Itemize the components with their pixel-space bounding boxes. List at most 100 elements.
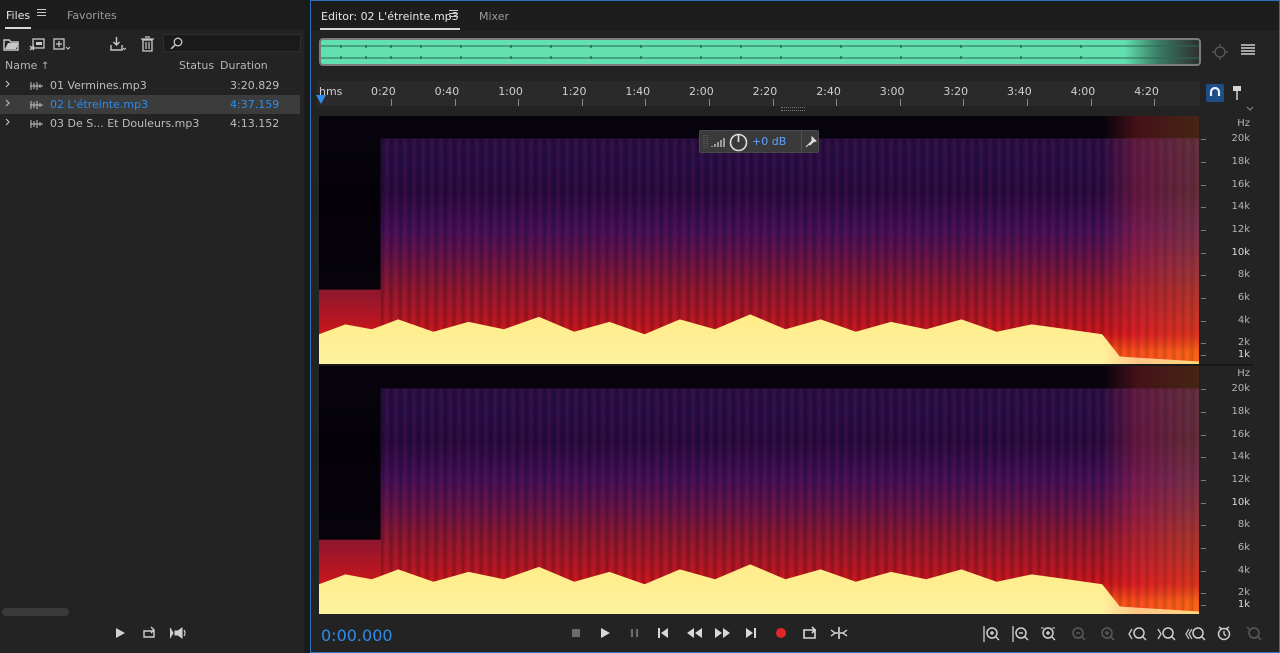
file-row[interactable]: 01 Vermines.mp3 3:20.829 [0,76,300,95]
skip-to-start-button[interactable] [656,626,670,640]
open-folder-icon[interactable] [3,36,20,52]
loop-preview-icon[interactable] [142,626,158,640]
freq-label: 8k [1237,519,1250,530]
zoom-in-amplitude-icon[interactable] [982,625,1000,643]
chevron-right-icon[interactable] [5,99,11,107]
loop-playback-button[interactable] [802,626,818,640]
frequency-axis-right: Hz 20k 18k 16k 14k 12k 10k 8k 6k 4k 2k 1… [1201,366,1253,614]
column-duration-header[interactable]: Duration [220,59,268,75]
preview-play-icon[interactable] [113,626,129,640]
column-status-header[interactable]: Status [179,59,214,75]
zoom-selection-disabled-icon[interactable] [1098,625,1116,643]
freq-label: 6k [1237,542,1250,553]
freq-unit-label: Hz [1237,118,1250,129]
timeline-tick [454,99,456,106]
tab-favorites[interactable]: Favorites [67,9,117,22]
zoom-out-full-icon[interactable] [1185,625,1207,643]
skip-selection-button[interactable] [830,626,848,640]
zoom-out-amplitude-icon[interactable] [1011,625,1029,643]
editor-tabbar: Editor: 02 L'étreinte.mp3 Mixer [311,1,1279,31]
freq-label: 6k [1237,292,1250,303]
freq-label: 8k [1237,269,1250,280]
timeline-ruler[interactable]: hms 0:20 0:40 1:00 1:20 1:40 2:00 2:20 2:40 3:00… [317,81,1200,106]
zoom-in-time-disabled-icon[interactable] [1069,625,1087,643]
editor-menu-icon[interactable] [449,10,458,19]
chevron-right-icon[interactable] [5,118,11,126]
gain-value[interactable]: +0 dB [752,135,786,148]
fast-forward-button[interactable] [714,626,732,640]
tab-files[interactable]: Files [4,9,32,29]
play-button[interactable] [598,626,612,640]
horizontal-scrollbar[interactable] [2,608,69,616]
timeline-tick [391,99,392,106]
timeline-tick-label: 2:20 [752,85,778,98]
file-duration: 4:13.152 [230,117,280,130]
trash-icon[interactable] [139,36,156,52]
spectrogram-left-channel[interactable] [319,116,1199,364]
timeline-tick-label: 4:00 [1070,85,1096,98]
import-icon[interactable] [29,36,46,52]
files-panel: Files Favorites Name ↑ Status Duration 0… [0,0,304,653]
chevron-down-icon[interactable] [1245,105,1255,113]
marker-pin-icon[interactable] [1232,85,1242,101]
timeline-tick-label: 3:40 [1007,85,1032,98]
zoom-reset-amplitude-icon[interactable] [1040,625,1058,643]
timeline-tick-label: 1:40 [625,85,651,98]
current-time-display[interactable]: 0:00.000 [321,626,393,645]
freq-label: 14k [1231,201,1250,212]
resize-grip[interactable] [781,107,805,111]
timeline-tick-label: 1:20 [561,85,587,98]
panel-menu-icon[interactable] [37,9,46,18]
gain-hud[interactable]: +0 dB [699,130,819,153]
overview-waveform[interactable] [319,38,1201,66]
pause-button[interactable] [628,626,642,640]
file-name: 02 L'étreinte.mp3 [50,98,149,111]
drag-handle-icon[interactable] [703,134,709,150]
snap-magnet-icon[interactable] [1206,84,1224,102]
chevron-right-icon[interactable] [5,80,11,88]
pin-icon[interactable] [805,136,817,148]
playhead-marker[interactable] [316,95,326,104]
rewind-button[interactable] [685,626,703,640]
column-name-label: Name [5,59,38,72]
audio-file-icon [30,101,43,109]
zoom-in-left-icon[interactable] [1128,625,1148,643]
insert-icon[interactable] [109,36,126,52]
file-name: 03 De S... Et Douleurs.mp3 [50,117,200,130]
search-input[interactable] [163,34,301,52]
file-duration: 3:20.829 [230,79,280,92]
zoom-in-right-icon[interactable] [1157,625,1177,643]
view-options-icon[interactable] [1240,43,1256,57]
freq-label: 12k [1231,474,1250,485]
stop-button[interactable] [569,626,583,640]
spectrogram-right-channel[interactable] [319,366,1199,614]
timeline-tick [899,99,901,106]
column-name-header[interactable]: Name ↑ [5,59,49,75]
record-button[interactable] [774,626,788,640]
new-file-icon[interactable] [53,36,70,52]
zoom-reset-time-icon[interactable] [1215,625,1233,643]
timeline-tick [709,99,710,106]
file-duration: 4:37.159 [230,98,280,111]
timeline-tick [1090,99,1092,106]
zoom-time-disabled-icon[interactable] [1245,625,1263,643]
freq-label: 2k [1237,587,1250,598]
timeline-tick-label: 2:00 [689,85,714,98]
tab-mixer[interactable]: Mixer [479,10,509,23]
file-row[interactable]: 03 De S... Et Douleurs.mp3 4:13.152 [0,114,300,133]
skip-to-end-button[interactable] [744,626,758,640]
timeline-tick [645,99,647,106]
file-row-selected[interactable]: 02 L'étreinte.mp3 4:37.159 [0,95,300,114]
timeline-tick-label: 0:20 [371,85,396,98]
timeline-tick [518,99,520,106]
timeline-tick [836,99,838,106]
tab-editor[interactable]: Editor: 02 L'étreinte.mp3 [320,10,460,30]
zoom-selection-icon[interactable] [1211,43,1229,61]
freq-unit-label: Hz [1237,368,1250,379]
autoplay-volume-icon[interactable] [169,626,189,640]
freq-label: 1k [1237,349,1250,360]
freq-label: 1k [1237,599,1250,610]
freq-label: 20k [1231,133,1250,144]
gain-knob-icon[interactable] [729,133,748,152]
freq-label: 12k [1231,224,1250,235]
